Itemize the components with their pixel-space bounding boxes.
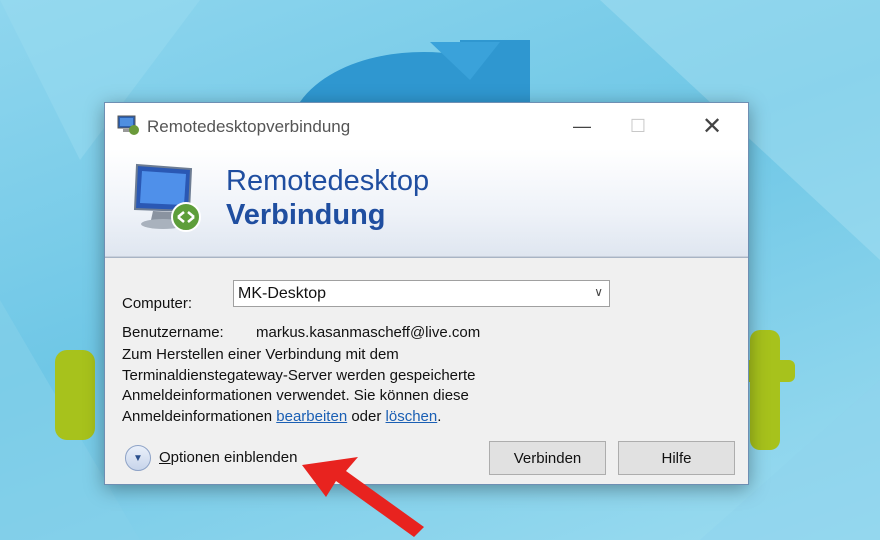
show-options-expand-icon[interactable]: ▼ <box>125 445 151 471</box>
remote-desktop-monitor-icon <box>131 159 211 239</box>
show-options-mnemonic: O <box>159 449 171 466</box>
window-title: Remotedesktopverbindung <box>147 117 351 136</box>
username-label: Benutzername: <box>122 324 224 341</box>
remote-desktop-dialog: Remotedesktopverbindung — ☐ ✕ Remotedesk… <box>104 102 749 485</box>
info-text-middle: oder <box>347 407 386 425</box>
show-options-label-rest: ptionen einblenden <box>170 449 298 466</box>
header-banner: Remotedesktop Verbindung <box>105 149 748 257</box>
banner-title-line2: Verbindung <box>226 199 386 231</box>
delete-credentials-link[interactable]: löschen <box>386 408 438 425</box>
computer-label: Computer: <box>122 295 193 312</box>
remote-desktop-icon <box>117 114 141 136</box>
title-bar[interactable]: Remotedesktopverbindung — ☐ ✕ <box>105 103 748 149</box>
help-button[interactable]: Hilfe <box>618 441 735 475</box>
username-value: markus.kasanmascheff@live.com <box>256 324 481 341</box>
chevron-down-icon[interactable]: ∨ <box>594 285 603 299</box>
minimize-button[interactable]: — <box>559 103 605 149</box>
dialog-body: Computer: MK-Desktop ∨ Benutzername: mar… <box>105 258 748 484</box>
edit-credentials-link[interactable]: bearbeiten <box>276 408 347 425</box>
connect-button[interactable]: Verbinden <box>489 441 606 475</box>
maximize-button[interactable]: ☐ <box>615 103 661 149</box>
info-text-end: . <box>437 407 442 425</box>
show-options-link[interactable]: Optionen einblenden <box>159 449 297 466</box>
close-button[interactable]: ✕ <box>689 103 735 149</box>
banner-title-line1: Remotedesktop <box>226 165 430 197</box>
computer-value[interactable]: MK-Desktop <box>238 285 326 303</box>
credentials-info: Zum Herstellen einer Verbindung mit dem … <box>122 345 562 427</box>
computer-combobox[interactable]: MK-Desktop ∨ <box>233 280 610 307</box>
annotation-arrow-icon <box>302 457 424 537</box>
